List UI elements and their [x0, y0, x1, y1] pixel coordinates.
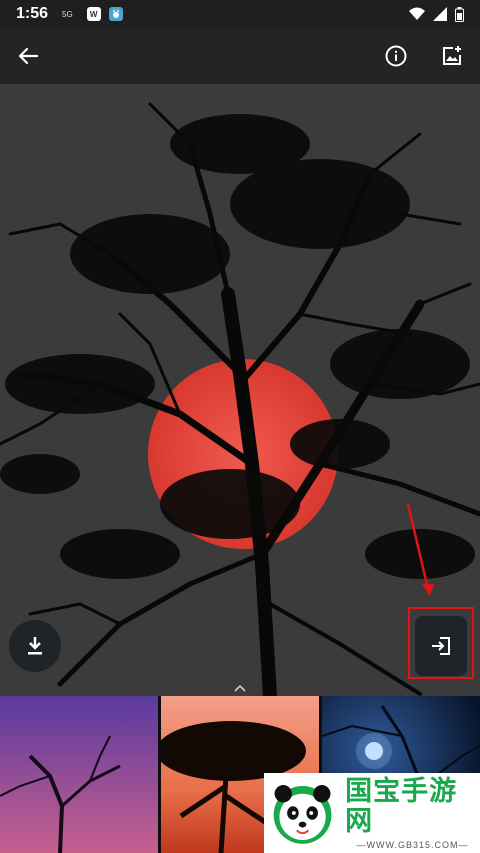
status-time: 1:56	[16, 5, 49, 22]
notification-cat-icon	[108, 7, 123, 21]
download-button[interactable]	[9, 620, 61, 672]
watermark-brand: 国宝手游网	[345, 776, 458, 836]
signal-icon	[433, 7, 447, 21]
watermark-text: 国宝手游网 —WWW.GB315.COM—	[345, 776, 480, 850]
download-icon	[28, 637, 42, 655]
network-type: 5G	[62, 9, 73, 19]
status-bar: 1:56 5G W	[0, 0, 480, 28]
set-wallpaper-button[interactable]	[424, 28, 480, 84]
arrow-left-icon	[18, 47, 38, 65]
notification-app-icon: W	[86, 7, 101, 21]
back-button[interactable]	[0, 28, 56, 84]
battery-icon	[455, 6, 464, 22]
top-toolbar	[0, 28, 480, 84]
panda-logo-icon	[273, 785, 332, 844]
chevron-up-icon	[234, 684, 246, 692]
add-photo-icon	[443, 46, 461, 65]
status-icons	[409, 6, 464, 22]
wifi-icon	[409, 7, 425, 20]
annotation-highlight-box	[408, 607, 474, 679]
watermark-url: —WWW.GB315.COM—	[356, 840, 469, 850]
site-watermark: 国宝手游网 —WWW.GB315.COM—	[264, 773, 480, 853]
thumbnail-purple-sky[interactable]	[0, 696, 158, 853]
info-icon	[385, 45, 407, 67]
wallpaper-preview-image[interactable]	[0, 84, 480, 696]
expand-thumbnails-handle[interactable]	[228, 682, 252, 694]
info-button[interactable]	[368, 28, 424, 84]
